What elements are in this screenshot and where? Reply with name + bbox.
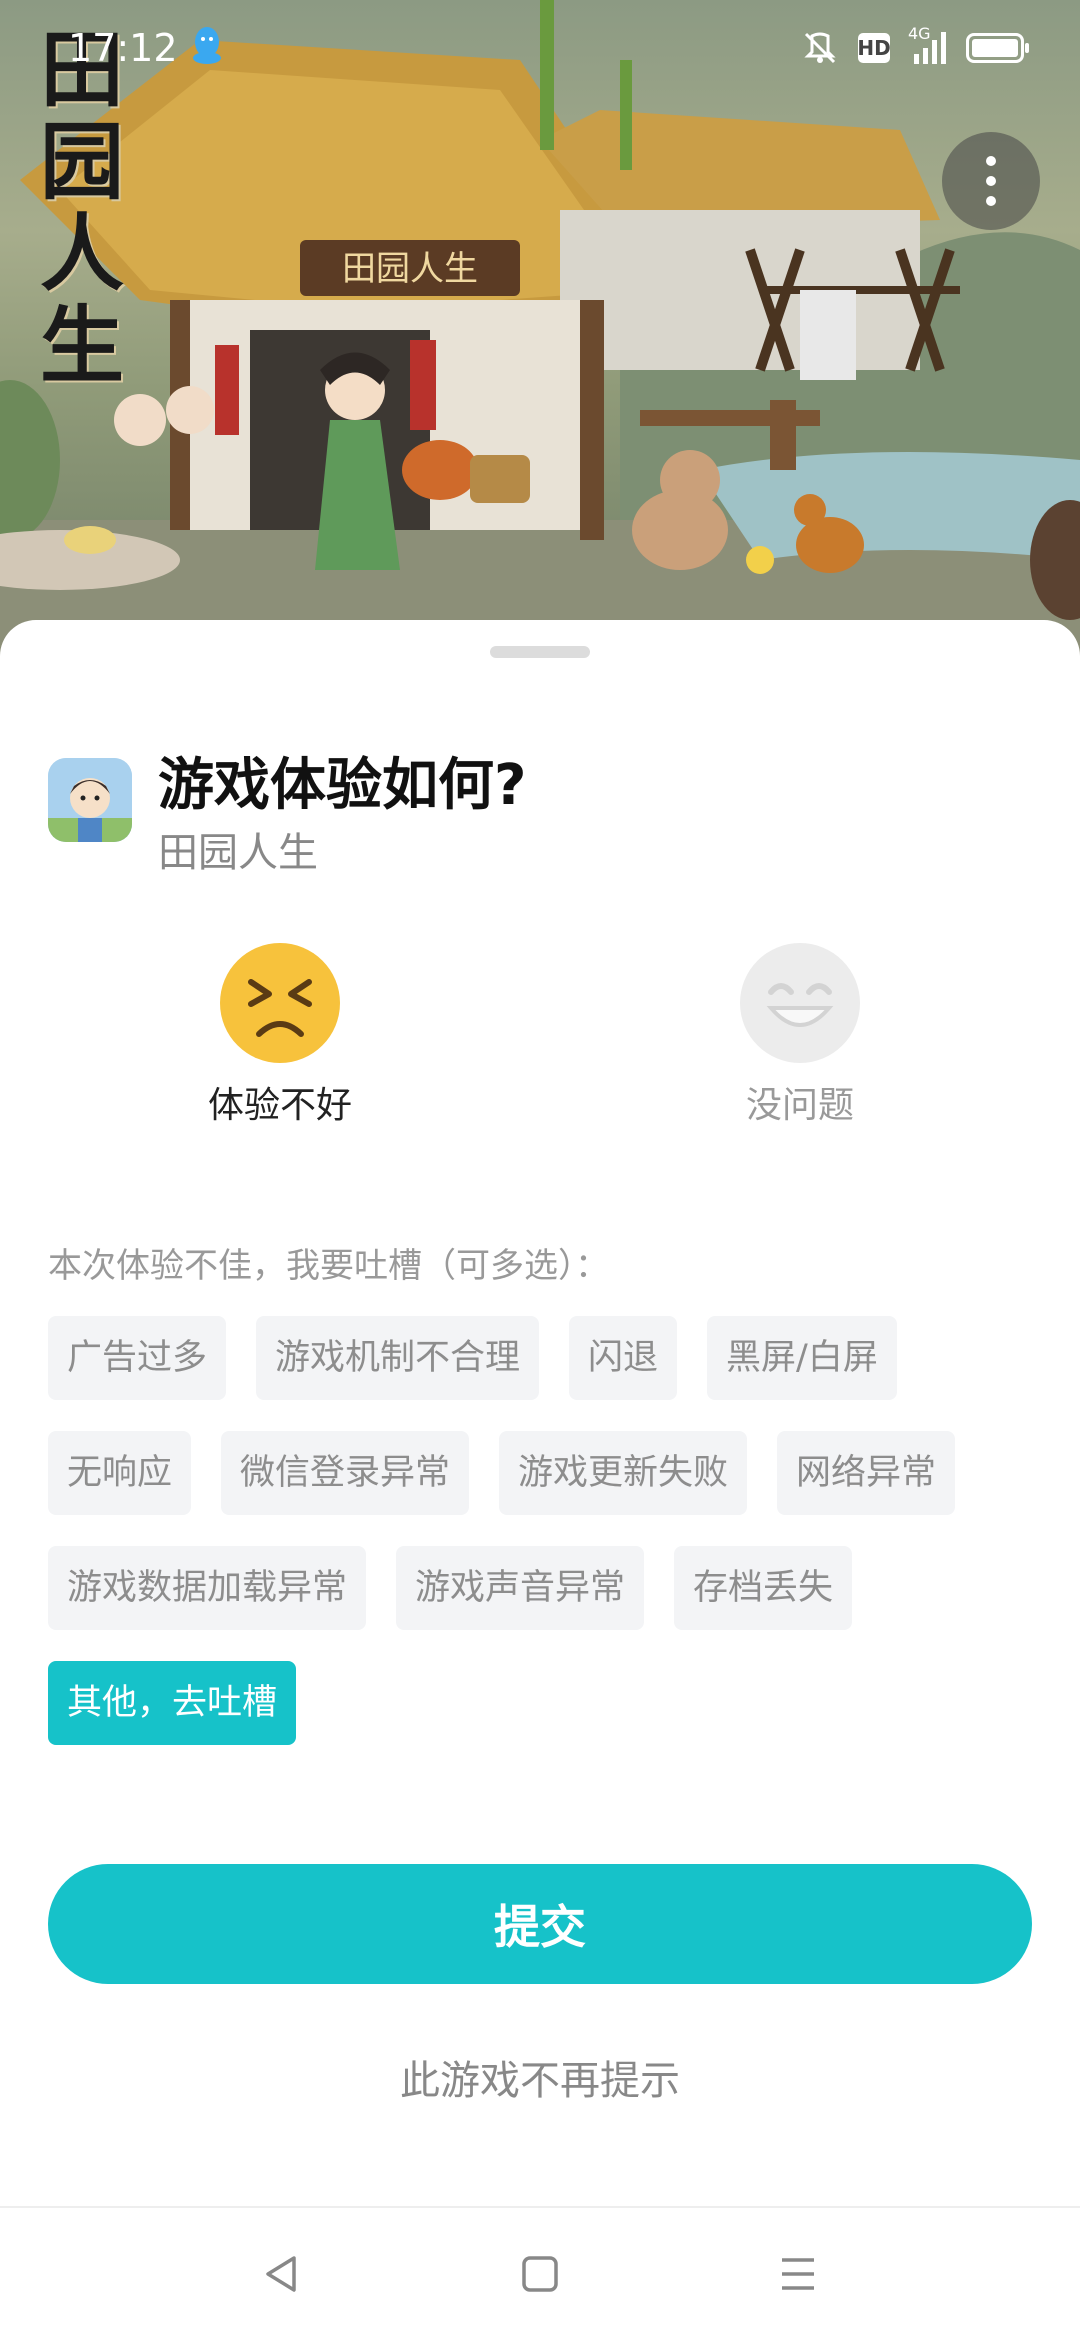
rating-bad-label: 体验不好: [207, 1085, 352, 1126]
rating-bad-option[interactable]: 体验不好: [160, 942, 400, 1128]
tag-other-feedback[interactable]: 其他，去吐槽: [48, 1661, 297, 1745]
tag-row: 其他，去吐槽: [48, 1661, 1048, 1745]
tag-save-lost[interactable]: 存档丢失: [674, 1546, 853, 1630]
qq-icon: [193, 27, 221, 64]
tag-sound-error[interactable]: 游戏声音异常: [396, 1546, 645, 1630]
rating-ok-option[interactable]: 没问题: [680, 942, 920, 1128]
submit-button[interactable]: 提交: [48, 1864, 1032, 1984]
tag-unreasonable-mechanics[interactable]: 游戏机制不合理: [256, 1316, 540, 1400]
game-app-icon: [48, 758, 132, 842]
tag-crash[interactable]: 闪退: [569, 1316, 678, 1400]
dont-remind-link[interactable]: 此游戏不再提示: [0, 2048, 1080, 2106]
tag-row: 无响应 微信登录异常 游戏更新失败 网络异常: [48, 1431, 1048, 1515]
tag-row: 广告过多 游戏机制不合理 闪退 黑屏/白屏: [48, 1316, 1048, 1400]
more-dot-icon: [986, 156, 996, 166]
navigation-bar: [0, 2206, 1080, 2342]
drag-handle[interactable]: [490, 646, 590, 658]
signal-icon: 4G: [908, 24, 948, 66]
battery-icon: [966, 33, 1029, 63]
tag-no-response[interactable]: 无响应: [48, 1431, 192, 1515]
more-options-button[interactable]: [942, 132, 1040, 230]
tag-black-white-screen[interactable]: 黑屏/白屏: [707, 1316, 897, 1400]
tag-row: 游戏数据加载异常 游戏声音异常 存档丢失: [48, 1546, 1048, 1630]
tag-network-error[interactable]: 网络异常: [777, 1431, 956, 1515]
disappointed-face-icon: [220, 943, 340, 1063]
game-name: 田园人生: [158, 830, 318, 876]
tag-data-load-error[interactable]: 游戏数据加载异常: [48, 1546, 367, 1630]
home-icon[interactable]: [518, 2252, 562, 2296]
tag-too-many-ads[interactable]: 广告过多: [48, 1316, 227, 1400]
hd-icon: HD: [857, 33, 891, 63]
rating-ok-label: 没问题: [745, 1085, 854, 1126]
game-background: 田园人生 田园人生: [0, 0, 1080, 660]
status-bar: 17:12 HD 4G: [0, 0, 1080, 96]
sheet-title: 游戏体验如何?: [158, 753, 527, 818]
status-time: 17:12: [68, 26, 178, 70]
mute-icon: [804, 32, 836, 64]
complaint-tags: 广告过多 游戏机制不合理 闪退 黑屏/白屏 无响应 微信登录异常 游戏更新失败 …: [48, 1316, 1048, 1776]
complaint-prompt: 本次体验不佳，我要吐槽（可多选）：: [48, 1246, 609, 1286]
svg-text:田园人生: 田园人生: [342, 249, 478, 289]
tag-update-failed[interactable]: 游戏更新失败: [499, 1431, 748, 1515]
grinning-face-icon: [740, 943, 860, 1063]
feedback-sheet: 游戏体验如何? 田园人生 体验不好 没问题 本次体验不佳，我要吐槽（可多选）： …: [0, 620, 1080, 2204]
tag-wechat-login-error[interactable]: 微信登录异常: [221, 1431, 470, 1515]
menu-icon[interactable]: [776, 2252, 820, 2296]
back-icon[interactable]: [260, 2252, 304, 2296]
